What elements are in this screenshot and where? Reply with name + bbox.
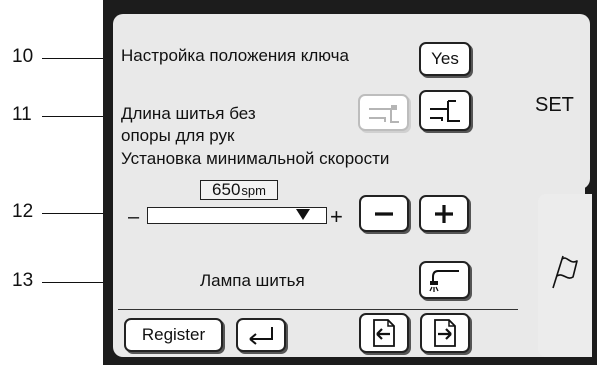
tab-set-label: SET [535, 94, 574, 116]
page-out-button[interactable] [420, 313, 470, 353]
arm-support-off-button[interactable] [358, 94, 409, 131]
key-position-label: Настройка положения ключа [121, 46, 349, 65]
footer-divider [118, 309, 518, 310]
lamp-label: Лампа шитья [200, 271, 305, 290]
minus-icon [373, 203, 395, 225]
arm-support-on-icon [428, 97, 462, 125]
min-speed-value: 650 [212, 180, 241, 199]
register-button[interactable]: Register [124, 318, 223, 352]
min-speed-unit: spm [241, 182, 266, 198]
no-arm-support-label-line2: опоры для рук [121, 126, 235, 145]
arm-support-off-icon [367, 102, 401, 124]
lamp-button[interactable] [419, 261, 470, 299]
return-arrow-icon [246, 325, 276, 345]
register-button-label: Register [141, 325, 206, 344]
min-speed-label: Установка минимальной скорости [121, 149, 390, 168]
page-in-button[interactable] [359, 313, 409, 353]
decrease-speed-button[interactable] [359, 195, 409, 232]
sewing-lamp-icon [428, 266, 462, 294]
callout-10: 10 [12, 46, 34, 67]
no-arm-support-label-line1: Длина шитья без [121, 104, 256, 123]
callout-12: 12 [12, 201, 34, 222]
arm-support-on-button[interactable] [419, 90, 471, 131]
slider-min-marker: – [128, 206, 140, 228]
callout-11: 11 [12, 104, 32, 125]
slider-max-marker: + [330, 204, 343, 229]
tab-flag[interactable] [538, 194, 592, 357]
callout-13: 13 [12, 270, 34, 291]
slider-thumb[interactable] [296, 209, 310, 220]
back-button[interactable] [236, 318, 286, 352]
min-speed-slider[interactable] [147, 207, 327, 224]
page-out-icon [432, 318, 458, 348]
min-speed-value-display: 650 spm [200, 180, 278, 200]
page-in-icon [371, 318, 397, 348]
key-position-yes-button[interactable]: Yes [419, 42, 471, 76]
plus-icon [433, 203, 455, 225]
increase-speed-button[interactable] [419, 195, 469, 232]
flag-icon [550, 252, 580, 290]
key-position-yes-label: Yes [431, 49, 459, 68]
